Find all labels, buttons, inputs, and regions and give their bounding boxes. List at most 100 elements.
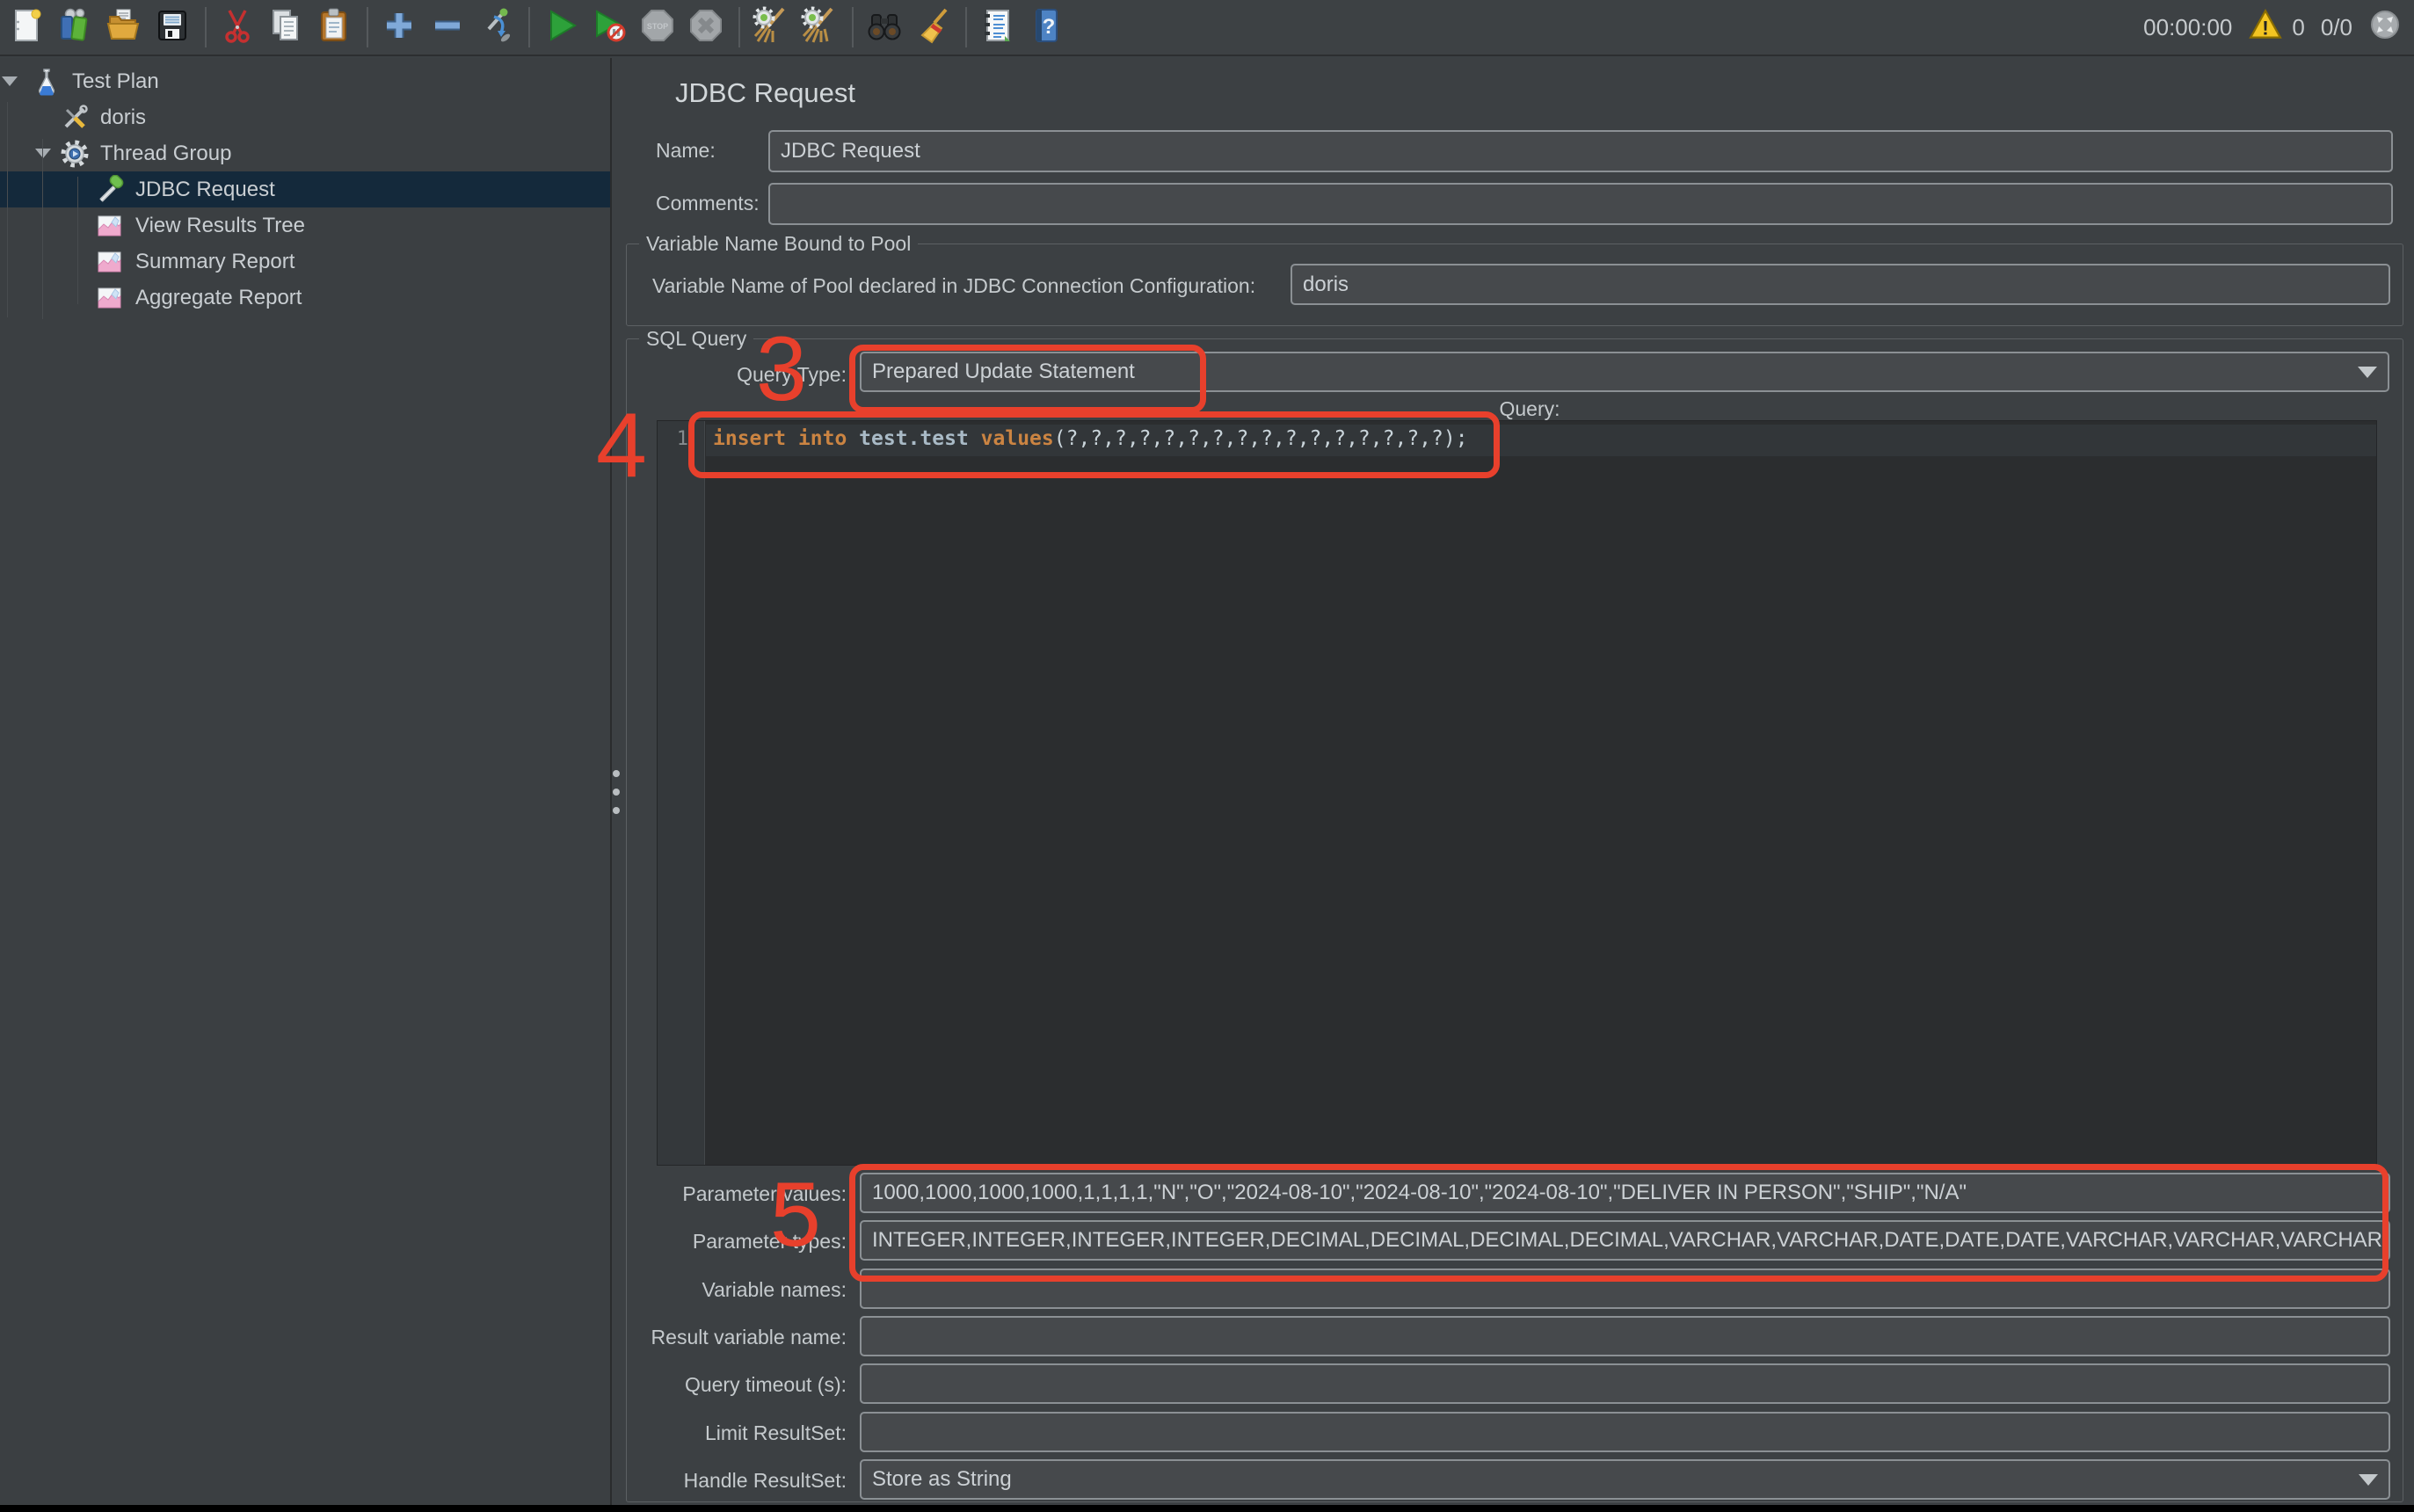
handle-resultset-combobox[interactable]: Store as String — [860, 1459, 2390, 1500]
clear-all-button[interactable] — [913, 5, 953, 49]
pool-variable-field[interactable]: doris — [1291, 264, 2390, 305]
save-button[interactable] — [152, 5, 193, 49]
svg-text:?: ? — [1043, 15, 1056, 39]
add-element-button[interactable] — [379, 5, 419, 49]
help-button[interactable]: ? — [1026, 5, 1066, 49]
toolbar: STOP ? 00:00:00 ! 0 0/0 — [0, 0, 2414, 56]
tree-item-label: View Results Tree — [135, 214, 305, 238]
comments-label: Comments: — [656, 192, 760, 215]
chevron-down-icon — [2359, 1474, 2378, 1486]
copy-icon — [266, 6, 305, 49]
status-area: 00:00:00 ! 0 0/0 — [2143, 8, 2414, 47]
copy-button[interactable] — [265, 5, 306, 49]
toolbar-separator — [528, 7, 530, 47]
variable-names-field[interactable] — [860, 1268, 2390, 1309]
shutdown-button[interactable] — [686, 5, 726, 49]
stop-icon: STOP — [638, 6, 677, 49]
pool-variable-label: Variable Name of Pool declared in JDBC C… — [652, 274, 1255, 298]
sql-query-editor[interactable]: 1 insert into test.test values(?,?,?,?,?… — [657, 420, 2377, 1166]
thread-count: 0/0 — [2321, 14, 2352, 41]
parameter-values-field[interactable]: 1000,1000,1000,1000,1,1,1,1,"N","O","202… — [860, 1173, 2390, 1213]
cut-scissors-icon — [218, 6, 257, 49]
tree-item-label: Thread Group — [100, 142, 231, 166]
clear-broom-icon — [913, 6, 952, 49]
toggle-button[interactable] — [476, 5, 516, 49]
query-timeout-field[interactable] — [860, 1363, 2390, 1404]
pool-group-legend: Variable Name Bound to Pool — [639, 232, 918, 256]
add-icon — [380, 6, 418, 49]
tree-item-summary-report[interactable]: Summary Report — [0, 244, 610, 280]
search-button[interactable] — [864, 5, 905, 49]
jdbc-request-sampler-icon — [95, 175, 125, 205]
tree-item-jdbc-request[interactable]: JDBC Request — [0, 171, 610, 207]
tree-item-thread-group[interactable]: Thread Group — [0, 135, 610, 171]
sql-code-line[interactable]: insert into test.test values(?,?,?,?,?,?… — [713, 427, 1468, 450]
bottom-edge-bar — [0, 1505, 2414, 1512]
toolbar-separator — [738, 7, 740, 47]
query-timeout-label: Query timeout (s): — [627, 1373, 847, 1397]
listener-chart-icon — [95, 211, 125, 241]
jmeter-window: STOP ? 00:00:00 ! 0 0/0 Test Plan — [0, 0, 2414, 1512]
limit-resultset-label: Limit ResultSet: — [627, 1421, 847, 1445]
remote-shutdown-all-button[interactable] — [799, 5, 840, 49]
tree-item-doris[interactable]: doris — [0, 99, 610, 135]
parameter-types-field[interactable]: INTEGER,INTEGER,INTEGER,INTEGER,DECIMAL,… — [860, 1220, 2390, 1261]
expander-icon[interactable] — [2, 76, 18, 86]
jdbc-config-icon — [60, 103, 90, 133]
remote-start-all-icon — [752, 6, 790, 49]
new-file-button[interactable] — [7, 5, 47, 49]
help-icon: ? — [1027, 6, 1065, 49]
paste-icon — [315, 6, 353, 49]
start-button[interactable] — [541, 5, 581, 49]
warning-triangle-icon: ! — [2248, 9, 2283, 47]
test-status-led-icon — [2368, 8, 2402, 47]
expander-icon[interactable] — [35, 149, 51, 158]
line-number: 1 — [677, 428, 688, 450]
new-file-icon — [8, 6, 47, 49]
tree-item-test-plan[interactable]: Test Plan — [0, 63, 610, 99]
toolbar-separator — [852, 7, 854, 47]
stop-button[interactable]: STOP — [637, 5, 678, 49]
warning-count: 0 — [2292, 14, 2304, 41]
query-type-combobox[interactable]: Prepared Update Statement — [860, 352, 2389, 392]
editor-gutter: 1 — [658, 421, 705, 1165]
chevron-down-icon — [2358, 367, 2377, 378]
open-icon — [105, 6, 143, 49]
templates-button[interactable] — [55, 5, 96, 49]
paste-button[interactable] — [314, 5, 354, 49]
tree-item-view-results-tree[interactable]: View Results Tree — [0, 207, 610, 244]
handle-resultset-label: Handle ResultSet: — [627, 1469, 847, 1493]
tree-item-aggregate-report[interactable]: Aggregate Report — [0, 280, 610, 316]
tree-panel-border — [610, 58, 612, 1505]
start-no-pauses-button[interactable] — [589, 5, 629, 49]
toolbar-separator — [367, 7, 368, 47]
start-no-pauses-icon — [590, 6, 629, 49]
warning-indicator[interactable]: ! 0 — [2248, 9, 2304, 47]
limit-resultset-field[interactable] — [860, 1412, 2390, 1452]
remote-start-all-button[interactable] — [751, 5, 791, 49]
sql-query-legend: SQL Query — [639, 327, 753, 351]
open-templates-icon — [56, 6, 95, 49]
open-button[interactable] — [104, 5, 144, 49]
toolbar-separator — [205, 7, 207, 47]
tree-item-label: Test Plan — [72, 69, 159, 94]
svg-text:STOP: STOP — [647, 22, 668, 31]
tree-guide-line — [77, 177, 78, 304]
comments-field[interactable] — [768, 183, 2393, 225]
svg-text:!: ! — [2263, 17, 2270, 39]
remove-icon — [428, 6, 467, 49]
tree-item-label: JDBC Request — [135, 178, 275, 202]
tree-guide-line — [7, 102, 8, 317]
remove-element-button[interactable] — [427, 5, 468, 49]
cut-button[interactable] — [217, 5, 258, 49]
listener-chart-icon — [95, 283, 125, 313]
result-variable-name-field[interactable] — [860, 1316, 2390, 1356]
result-variable-name-label: Result variable name: — [627, 1326, 847, 1349]
function-helper-button[interactable] — [978, 5, 1018, 49]
save-icon — [153, 6, 192, 49]
toggle-icon — [476, 6, 515, 49]
parameter-types-label: Parameter types: — [627, 1230, 847, 1254]
name-field[interactable]: JDBC Request — [768, 130, 2393, 172]
test-plan-icon — [32, 67, 62, 97]
split-divider-handle[interactable] — [613, 770, 620, 825]
